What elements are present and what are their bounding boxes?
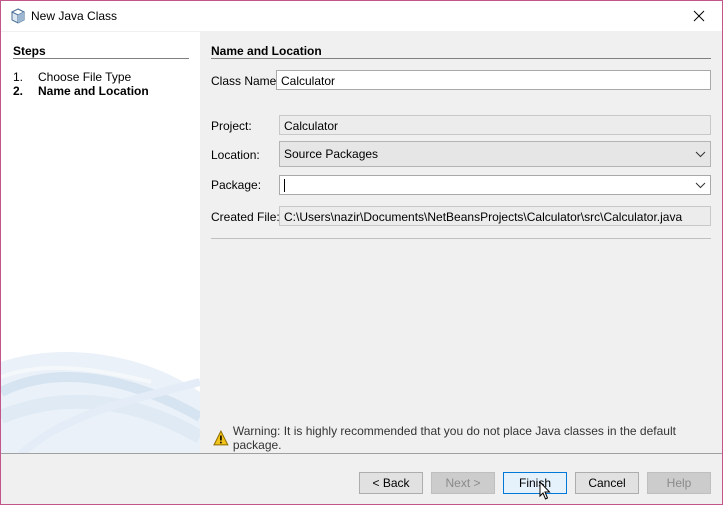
close-button[interactable]	[676, 1, 722, 31]
created-file-label: Created File:	[211, 210, 280, 224]
button-bar: < Back Next > Finish Cancel Help	[1, 454, 722, 504]
step-label: Choose File Type	[38, 70, 132, 84]
help-button[interactable]: Help	[647, 472, 711, 494]
back-button[interactable]: < Back	[359, 472, 423, 494]
steps-divider	[13, 58, 189, 59]
project-label: Project:	[211, 119, 252, 133]
project-field: Calculator	[279, 115, 711, 135]
steps-heading: Steps	[13, 44, 46, 58]
step-choose-file-type: 1. Choose File Type	[13, 70, 131, 84]
next-button[interactable]: Next >	[431, 472, 495, 494]
location-dropdown[interactable]: Source Packages	[279, 141, 711, 167]
warning-message: Warning: It is highly recommended that y…	[213, 424, 722, 452]
warning-text: Warning: It is highly recommended that y…	[232, 424, 676, 452]
step-number: 2.	[13, 84, 24, 98]
title-bar: New Java Class	[1, 1, 722, 31]
location-label: Location:	[211, 148, 260, 162]
steps-panel: Steps 1. Choose File Type 2. Name and Loca…	[1, 32, 200, 454]
name-and-location-panel: Name and Location Class Name: Calculator…	[200, 32, 722, 454]
section-divider	[211, 58, 711, 59]
cancel-button[interactable]: Cancel	[575, 472, 639, 494]
class-name-input[interactable]: Calculator	[276, 70, 711, 90]
finish-button[interactable]: Finish	[503, 472, 567, 494]
section-heading: Name and Location	[211, 44, 322, 58]
form-divider	[211, 238, 711, 239]
java-class-cube-icon	[10, 8, 26, 24]
mouse-pointer-icon	[539, 481, 551, 500]
package-combobox[interactable]	[279, 175, 711, 195]
warning-triangle-icon	[213, 430, 229, 446]
step-name-and-location: 2. Name and Location	[13, 84, 149, 98]
netbeans-swoosh-graphic	[1, 352, 200, 454]
step-number: 1.	[13, 70, 24, 84]
window-title: New Java Class	[31, 9, 118, 23]
chevron-down-icon	[695, 151, 706, 158]
close-icon	[693, 10, 705, 22]
class-name-label: Class Name:	[211, 74, 280, 88]
created-file-field: C:\Users\nazir\Documents\NetBeansProject…	[279, 206, 711, 226]
text-caret	[284, 179, 285, 193]
chevron-down-icon	[695, 182, 706, 189]
step-label: Name and Location	[38, 84, 149, 98]
new-java-class-dialog: New Java Class Steps 1. Choose File Type …	[0, 0, 723, 505]
location-selected-value: Source Packages	[284, 147, 379, 161]
package-label: Package:	[211, 178, 262, 192]
